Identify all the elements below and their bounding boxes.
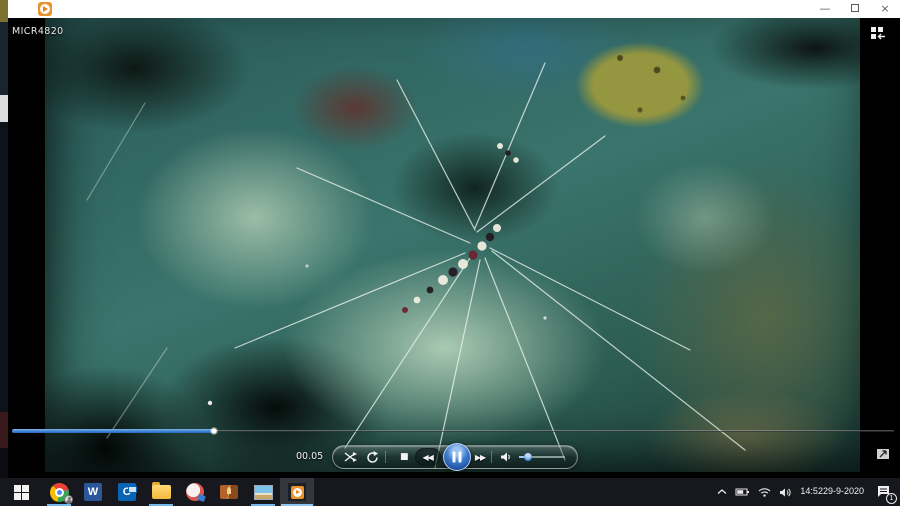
seek-progress [12, 429, 215, 433]
seek-buttons-well: ◀◀ [415, 448, 441, 466]
word-icon: W [84, 483, 102, 501]
underwater-scene [45, 18, 860, 472]
pause-icon [452, 452, 461, 463]
playback-controls: ■ ◀◀ ▶▶ [332, 445, 578, 469]
switch-to-library-button[interactable] [868, 26, 888, 42]
profile-avatar [64, 495, 73, 504]
book-app-icon [220, 485, 238, 499]
stop-button[interactable]: ■ [400, 447, 409, 467]
window-title-bar[interactable]: — × [8, 0, 900, 18]
background-window-fragment [0, 448, 8, 478]
outlook-icon: O [118, 483, 136, 501]
wmp-app-icon [38, 2, 52, 16]
background-window-fragment [0, 95, 8, 122]
shuffle-icon [344, 451, 358, 463]
taskbar-item-book-app[interactable] [212, 478, 246, 506]
background-window-fragment [0, 0, 8, 22]
background-window-fragment [0, 22, 8, 95]
taskbar-item-photos[interactable] [246, 478, 280, 506]
wifi-icon [758, 487, 771, 497]
clock[interactable]: 14:52 29-9-2020 [800, 478, 864, 506]
fullscreen-icon [875, 447, 891, 461]
mute-button[interactable] [500, 447, 512, 467]
photos-app-icon [254, 485, 273, 500]
maximize-button[interactable] [840, 0, 870, 18]
desktop: — × [0, 0, 900, 506]
shuffle-button[interactable] [344, 447, 358, 467]
volume-icon [500, 451, 512, 463]
action-center-button[interactable]: 1 [872, 478, 894, 506]
repeat-icon [366, 451, 379, 464]
minimize-button[interactable]: — [810, 0, 840, 18]
repeat-button[interactable] [366, 447, 379, 467]
taskbar: W O [0, 478, 900, 506]
background-window-edge[interactable] [0, 0, 8, 478]
shrimp [402, 143, 519, 313]
battery-icon [735, 487, 750, 497]
media-player-window: — × [8, 0, 900, 478]
elapsed-time: 00.05 [296, 451, 323, 462]
hidden-icons-button[interactable] [717, 478, 727, 506]
taskbar-item-outlook[interactable]: O [110, 478, 144, 506]
media-player-taskbar-icon [288, 483, 306, 501]
tray-time: 14:52 [800, 486, 823, 497]
volume-tray-button[interactable] [779, 478, 792, 506]
taskbar-item-media-player[interactable] [280, 478, 314, 506]
photo-app-icon [186, 483, 204, 501]
volume-fill [519, 456, 528, 458]
fast-forward-button[interactable]: ▶▶ [475, 447, 485, 467]
taskbar-item-file-explorer[interactable] [144, 478, 178, 506]
taskbar-item-word[interactable]: W [76, 478, 110, 506]
volume-track [519, 456, 565, 458]
close-button[interactable]: × [870, 0, 900, 18]
background-window-fragment [0, 122, 8, 412]
volume-thumb[interactable] [524, 453, 532, 461]
volume-slider[interactable] [519, 451, 565, 463]
file-explorer-icon [152, 485, 171, 499]
taskbar-item-chrome[interactable] [42, 478, 76, 506]
pause-button[interactable] [443, 443, 471, 471]
battery-button[interactable] [735, 478, 750, 506]
tray-date: 29-9-2020 [823, 486, 864, 497]
maximize-icon [851, 4, 859, 12]
seek-bar[interactable] [12, 429, 894, 435]
controls-divider [491, 451, 492, 463]
hidden-icons-chevron [717, 488, 727, 496]
start-icon [14, 485, 29, 500]
tray-speaker-icon [779, 487, 792, 498]
media-title-overlay: MICR4820 [12, 26, 64, 37]
fullscreen-button[interactable] [875, 447, 891, 461]
system-tray: 14:52 29-9-2020 1 [717, 478, 900, 506]
notification-badge: 1 [886, 493, 897, 504]
controls-divider [385, 451, 386, 463]
background-window-fragment [0, 412, 8, 448]
rewind-button[interactable]: ◀◀ [423, 447, 433, 467]
start-button[interactable] [0, 478, 42, 506]
video-frame[interactable] [45, 18, 860, 472]
taskbar-item-photo-app[interactable] [178, 478, 212, 506]
video-stage: MICR4820 00.05 [8, 18, 900, 478]
switch-to-library-icon [868, 26, 888, 42]
network-button[interactable] [758, 478, 771, 506]
